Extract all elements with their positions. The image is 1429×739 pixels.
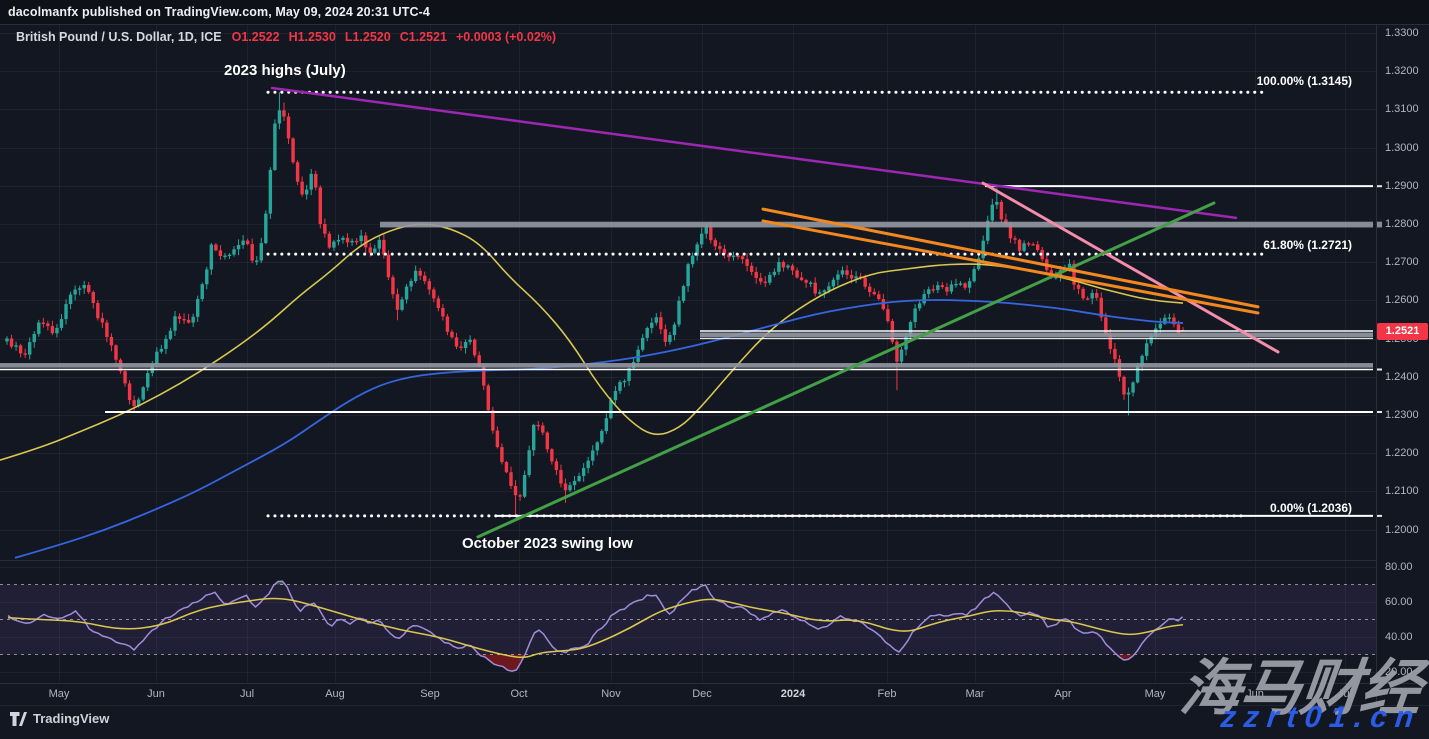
time-scale[interactable]: May Jun Jul Aug Sep Oct Nov Dec 2024 Feb Mar Apr May…: [0, 684, 1376, 706]
time-tick-label: Jun: [134, 688, 178, 700]
legend-ohlc-item: L1.2520: [345, 30, 391, 44]
publisher-line: dacolmanfx published on TradingView.com,…: [8, 5, 430, 19]
price-tick-label: 1.3100: [1385, 103, 1419, 115]
time-tick-label: May: [1133, 688, 1177, 700]
time-tick-label: Sep: [408, 688, 452, 700]
time-tick-label: Aug: [313, 688, 357, 700]
price-tick-label: 1.2600: [1385, 294, 1419, 306]
time-tick-label: Dec: [680, 688, 724, 700]
legend-ohlc-item: H1.2530: [289, 30, 336, 44]
time-tick-label: 2024: [771, 688, 815, 700]
price-tick-label: 1.3200: [1385, 65, 1419, 77]
tradingview-logo-icon: [10, 712, 27, 726]
annotation-2023-highs: 2023 highs (July): [224, 62, 346, 79]
fib-label-618: 61.80% (1.2721): [1192, 238, 1352, 252]
price-tick-label: 1.2100: [1385, 485, 1419, 497]
price-tick-label: 1.2400: [1385, 371, 1419, 383]
price-tick-label: 1.2700: [1385, 256, 1419, 268]
legend-ohlc-item: O1.2522: [232, 30, 280, 44]
price-tick-label: 1.2900: [1385, 180, 1419, 192]
ohlc-readout: O1.2522 H1.2530 L1.2520 C1.2521 +0.0003 (+0.…: [232, 30, 556, 44]
tradingview-chart-screenshot: dacolmanfx published on TradingView.com,…: [0, 0, 1429, 739]
watermark-url: zzrt01.cn: [1219, 701, 1423, 735]
time-tick-label: Mar: [953, 688, 997, 700]
chart-canvas[interactable]: [0, 0, 1429, 739]
rsi-tick-label: 60.00: [1385, 596, 1413, 608]
time-tick-label: Jul: [225, 688, 269, 700]
legend-ohlc-item: C1.2521: [400, 30, 447, 44]
symbol-title: British Pound / U.S. Dollar, 1D, ICE: [16, 30, 222, 44]
price-tick-label: 1.2300: [1385, 409, 1419, 421]
price-tick-label: 1.2200: [1385, 447, 1419, 459]
legend-ohlc-item: +0.0003 (+0.02%): [456, 30, 556, 44]
price-tick-label: 1.2000: [1385, 524, 1419, 536]
price-tick-label: 1.3000: [1385, 142, 1419, 154]
time-tick-label: May: [37, 688, 81, 700]
price-scale[interactable]: 1.3300 1.3200 1.3100 1.3000 1.2900 1.2800 1.27…: [1377, 24, 1429, 684]
time-tick-label: Feb: [865, 688, 909, 700]
time-tick-label: Nov: [589, 688, 633, 700]
fib-label-100: 100.00% (1.3145): [1192, 74, 1352, 88]
annotation-october-low: October 2023 swing low: [462, 535, 633, 552]
price-tick-label: 1.2800: [1385, 218, 1419, 230]
symbol-legend[interactable]: British Pound / U.S. Dollar, 1D, ICE O1.…: [16, 30, 556, 44]
rsi-tick-label: 80.00: [1385, 561, 1413, 573]
last-price-badge: 1.2521: [1377, 323, 1428, 340]
time-tick-label: Oct: [497, 688, 541, 700]
fib-label-0: 0.00% (1.2036): [1192, 501, 1352, 515]
tradingview-logo-text: TradingView: [33, 711, 109, 726]
price-tick-label: 1.3300: [1385, 27, 1419, 39]
time-tick-label: Apr: [1041, 688, 1085, 700]
tradingview-attribution[interactable]: TradingView: [10, 711, 109, 726]
